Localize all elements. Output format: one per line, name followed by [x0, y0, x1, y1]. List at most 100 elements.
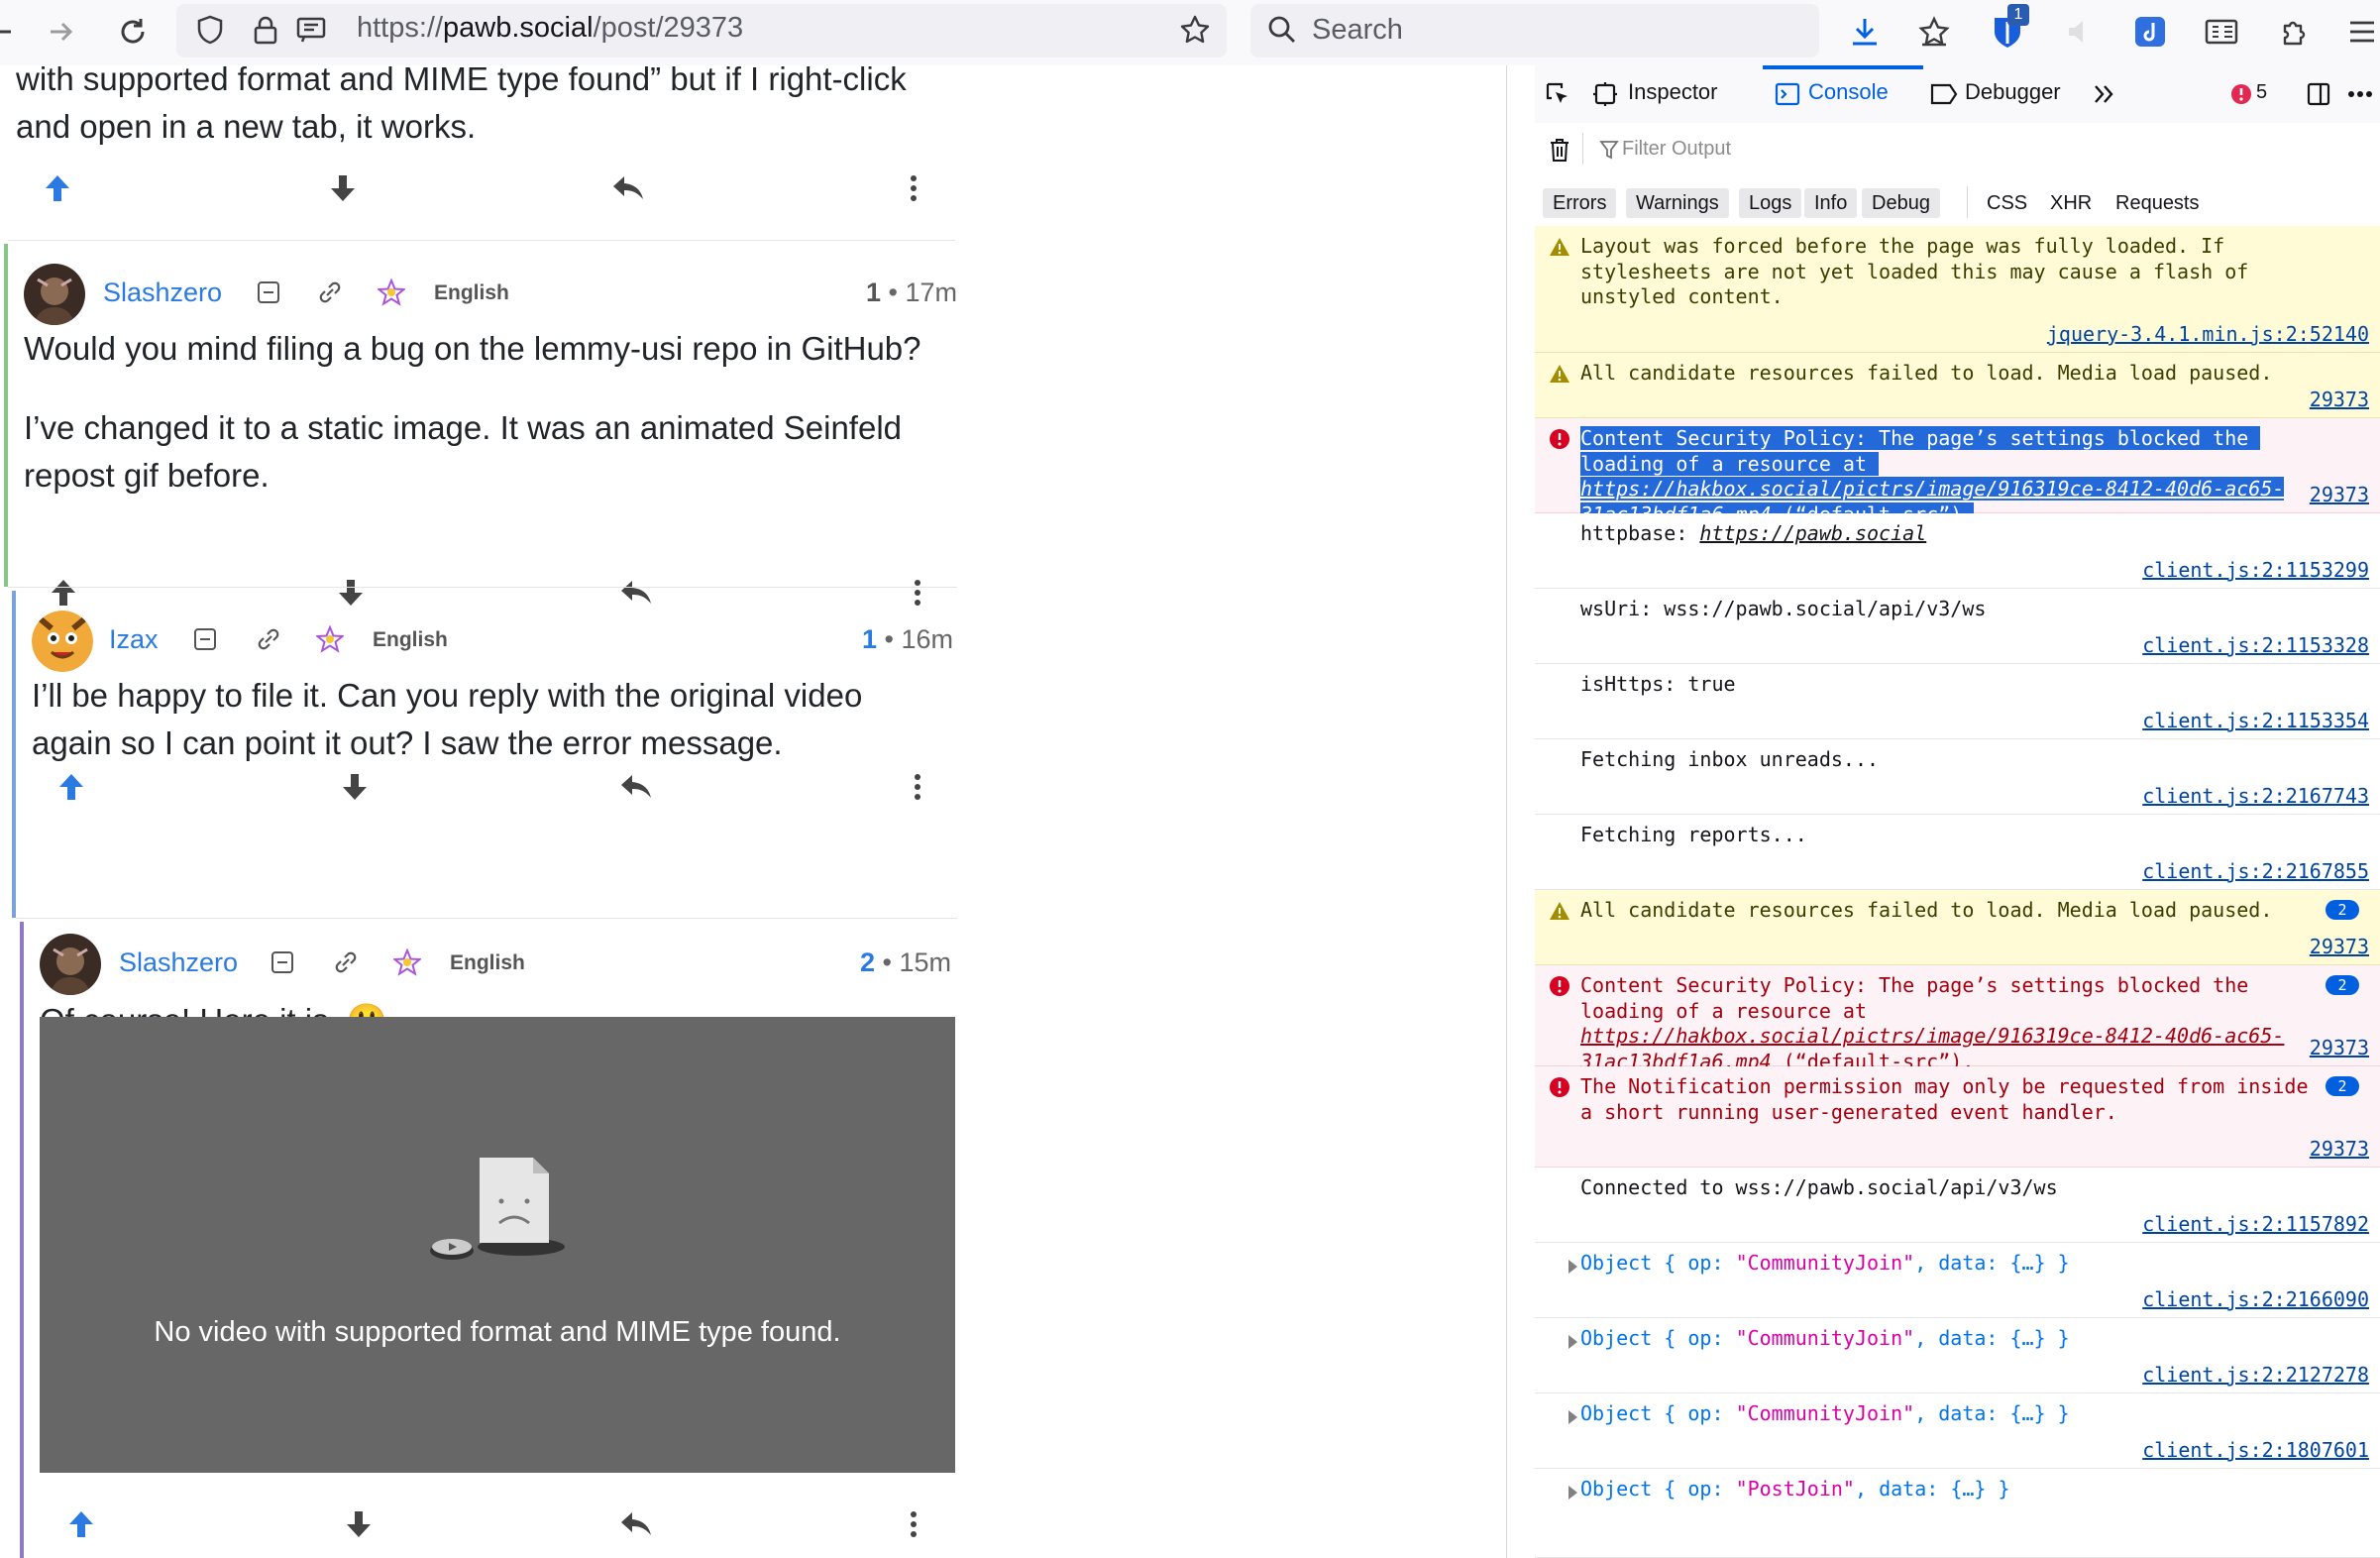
message-source-link[interactable]: client.js:2:2167855	[2142, 859, 2369, 883]
filter-debug[interactable]: Debug	[1862, 188, 1940, 218]
message-source-link[interactable]: jquery-3.4.1.min.js:2:52140	[2047, 322, 2369, 346]
console-object-log[interactable]: Object { op: "CommunityJoin", data: {…} …	[1535, 1318, 2380, 1393]
mute-tab-icon[interactable]	[2061, 12, 2101, 52]
filter-errors[interactable]: Errors	[1543, 188, 1617, 218]
error-count-icon[interactable]	[2226, 79, 2256, 109]
timestamp[interactable]: 17m	[906, 278, 958, 307]
score[interactable]: 1	[866, 278, 881, 307]
score[interactable]: 2	[860, 947, 875, 977]
devtools-menu-icon[interactable]	[2345, 79, 2375, 109]
jellyfin-extension-icon[interactable]	[2130, 12, 2170, 52]
inspector-icon[interactable]	[1590, 79, 1620, 109]
timestamp[interactable]: 15m	[900, 947, 952, 977]
message-source-link[interactable]: 29373	[2310, 935, 2369, 958]
message-source-link[interactable]: 29373	[2310, 1137, 2369, 1161]
collapse-icon[interactable]	[268, 947, 297, 977]
link-icon[interactable]	[331, 947, 361, 977]
reload-icon[interactable]	[113, 12, 153, 52]
forward-icon[interactable]	[42, 12, 81, 52]
dock-side-icon[interactable]	[2304, 79, 2333, 109]
tab-console[interactable]: Console	[1808, 79, 1889, 105]
collapse-icon[interactable]	[190, 624, 220, 654]
error-count[interactable]: 5	[2256, 81, 2267, 104]
link-icon[interactable]	[254, 624, 283, 654]
expand-object-icon[interactable]	[1569, 1410, 1577, 1424]
expand-object-icon[interactable]	[1569, 1486, 1577, 1500]
bookmark-star-icon[interactable]	[1175, 10, 1215, 50]
trash-icon[interactable]	[1545, 135, 1574, 165]
message-source-link[interactable]: client.js:2:1153328	[2142, 633, 2369, 657]
tab-debugger[interactable]: Debugger	[1965, 79, 2061, 105]
more-options-icon[interactable]	[894, 1504, 933, 1544]
message-value-link[interactable]: https://pawb.social	[1699, 521, 1926, 545]
username[interactable]: Izax	[109, 624, 159, 655]
timestamp[interactable]: 16m	[902, 624, 954, 654]
message-text[interactable]: Content Security Policy: The page’s sett…	[1580, 426, 2333, 527]
message-source-link[interactable]: 29373	[2310, 388, 2369, 411]
filter-output-input[interactable]: Filter Output	[1622, 138, 1731, 161]
upvote-icon[interactable]	[52, 767, 91, 807]
message-source-link[interactable]: 29373	[2310, 1036, 2369, 1059]
avatar[interactable]	[32, 611, 93, 672]
message-source-link[interactable]: client.js:2:1153299	[2142, 558, 2369, 582]
upvote-icon[interactable]	[61, 1504, 101, 1544]
separator: •	[888, 278, 898, 307]
element-picker-icon[interactable]	[1543, 79, 1572, 109]
reply-icon[interactable]	[616, 767, 656, 807]
score[interactable]: 1	[862, 624, 877, 654]
extensions-icon[interactable]	[2273, 12, 2313, 52]
collapse-icon[interactable]	[254, 278, 283, 307]
console-icon[interactable]	[1773, 79, 1802, 109]
downvote-icon[interactable]	[339, 1504, 379, 1544]
filter-css[interactable]: CSS	[1987, 188, 2027, 218]
message-source-link[interactable]: client.js:2:1157892	[2142, 1212, 2369, 1236]
message-source-link[interactable]: client.js:2:1807601	[2142, 1438, 2369, 1462]
filter-xhr[interactable]: XHR	[2050, 188, 2092, 218]
username[interactable]: Slashzero	[103, 278, 222, 308]
tab-inspector[interactable]: Inspector	[1628, 79, 1718, 105]
filter-logs[interactable]: Logs	[1739, 188, 1802, 218]
video-player[interactable]: No video with supported format and MIME …	[40, 1017, 955, 1473]
message-source-link[interactable]: client.js:2:2167743	[2142, 784, 2369, 808]
console-object-log[interactable]: Object { op: "PostJoin", data: {…} }	[1535, 1469, 2380, 1558]
hamburger-menu-icon[interactable]	[2342, 12, 2380, 52]
expand-object-icon[interactable]	[1569, 1260, 1577, 1274]
filter-requests[interactable]: Requests	[2115, 188, 2200, 218]
downvote-icon[interactable]	[323, 168, 363, 208]
more-options-icon[interactable]	[898, 767, 937, 807]
message-source-link[interactable]: client.js:2:1153354	[2142, 709, 2369, 732]
downvote-icon[interactable]	[335, 767, 375, 807]
reading-list-icon[interactable]	[2202, 12, 2241, 52]
message-source-link[interactable]: client.js:2:2166090	[2142, 1287, 2369, 1311]
username[interactable]: Slashzero	[119, 947, 238, 978]
reply-icon[interactable]	[616, 1504, 656, 1544]
fediverse-icon[interactable]	[392, 947, 422, 977]
reader-view-icon[interactable]	[291, 10, 331, 50]
search-bar[interactable]: Search	[1250, 4, 1819, 57]
downloads-icon[interactable]	[1845, 12, 1885, 52]
bitwarden-extension-icon[interactable]: 1	[1988, 4, 2029, 52]
link-icon[interactable]	[315, 278, 345, 307]
tracking-protection-icon[interactable]	[190, 10, 230, 50]
avatar[interactable]	[40, 934, 101, 995]
lock-icon[interactable]	[246, 10, 285, 50]
url-text[interactable]: https://pawb.social/post/29373	[357, 12, 743, 45]
message-source-link[interactable]: client.js:2:2127278	[2142, 1363, 2369, 1387]
url-bar[interactable]: https://pawb.social/post/29373	[176, 4, 1227, 57]
console-object-log[interactable]: Object { op: "CommunityJoin", data: {…} …	[1535, 1243, 2380, 1318]
reply-icon[interactable]	[608, 168, 648, 208]
upvote-icon[interactable]	[38, 168, 77, 208]
filter-warnings[interactable]: Warnings	[1626, 188, 1729, 218]
bookmarks-menu-icon[interactable]	[1914, 12, 1954, 52]
expand-object-icon[interactable]	[1569, 1335, 1577, 1349]
more-options-icon[interactable]	[894, 168, 933, 208]
fediverse-icon[interactable]	[315, 624, 345, 654]
more-tabs-chevron-icon[interactable]	[2090, 79, 2119, 109]
debugger-icon[interactable]	[1929, 79, 1959, 109]
console-object-log[interactable]: Object { op: "CommunityJoin", data: {…} …	[1535, 1393, 2380, 1469]
fediverse-icon[interactable]	[377, 278, 406, 307]
avatar[interactable]	[24, 264, 85, 325]
back-icon[interactable]	[0, 12, 20, 52]
message-source-link[interactable]: 29373	[2310, 483, 2369, 506]
filter-info[interactable]: Info	[1804, 188, 1858, 218]
